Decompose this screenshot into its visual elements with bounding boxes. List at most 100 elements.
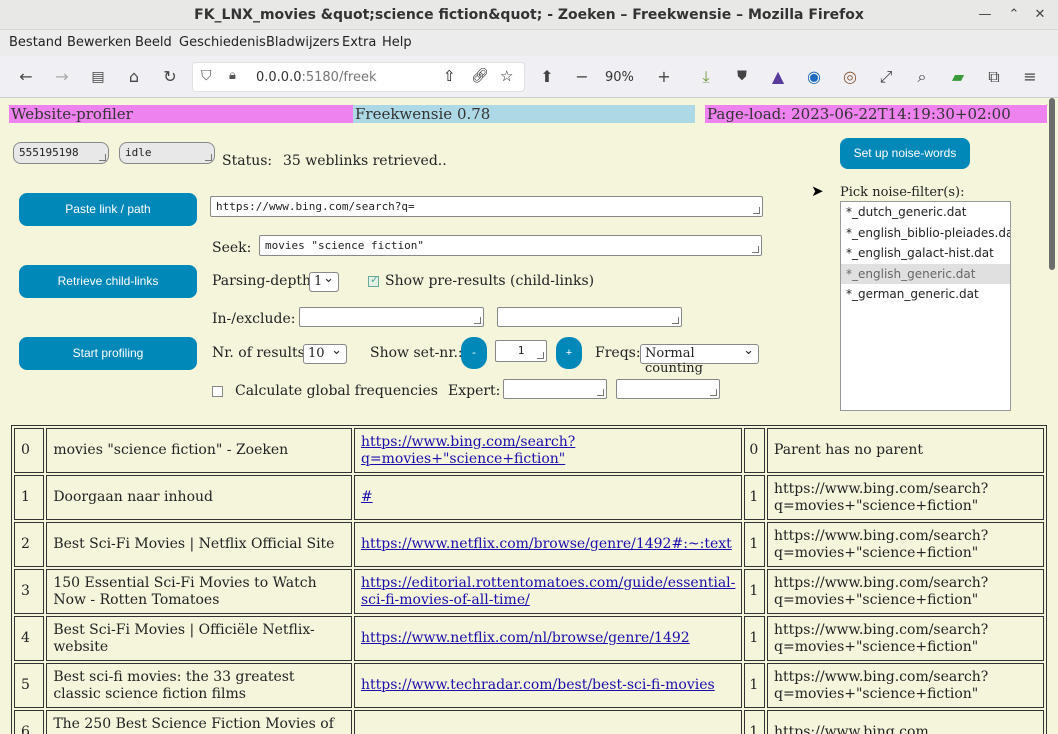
reload-icon[interactable]: ↻ [158,65,182,89]
include-input[interactable] [299,307,484,327]
noise-filter-option[interactable]: *_english_galact-hist.dat [841,243,1010,264]
hamburger-menu-icon[interactable]: ≡ [1018,65,1042,89]
global-frequencies-checkbox[interactable] [212,386,223,397]
table-row: 6 The 250 Best Science Fiction Movies of… [14,710,1044,734]
search-zoom-icon[interactable]: ⌕ [910,65,934,89]
url-bar[interactable]: ⛉ 🔒︎ 0.0.0.0:5180/freek ⇧ 🔗︎ ☆ [192,62,525,92]
sidebar-icon[interactable]: ▤ [86,65,110,89]
extension-purple-icon[interactable]: ▲ [766,65,790,89]
upload-arrow-icon[interactable]: ⬆ [535,65,559,89]
row-link-cell: https://www.netflix.com/browse/genre/149… [353,522,743,567]
row-index: 1 [14,475,45,520]
row-link[interactable]: https://www.techradar.com/best/best-sci-… [361,677,715,693]
exclude-input[interactable] [497,307,682,327]
menu-bestand[interactable]: Bestand [9,35,62,50]
set-nr-plus-button[interactable]: + [556,337,582,369]
row-parent: https://www.bing.com/search?q=movies+"sc… [767,475,1044,520]
table-row: 3 150 Essential Sci-Fi Movies to Watch N… [14,569,1044,614]
retrieve-child-links-button[interactable]: Retrieve child-links [19,265,197,298]
window-titlebar: FK_LNX_movies &quot;science fiction&quot… [0,0,1058,30]
page-scrollbar-thumb[interactable] [1049,98,1055,270]
row-title: Best Sci-Fi Movies | Officiële Netflix-w… [46,616,352,661]
menu-help[interactable]: Help [382,35,412,50]
noise-filter-option[interactable]: *_german_generic.dat [841,284,1010,305]
menu-geschiedenis[interactable]: Geschiedenis [179,35,266,50]
row-level: 0 [744,428,765,473]
row-link[interactable]: https://www.netflix.com/nl/browse/genre/… [361,630,690,646]
set-nr-minus-button[interactable]: - [461,337,487,369]
noise-filter-list[interactable]: *_dutch_generic.dat *_english_biblio-ple… [840,201,1011,411]
navigation-toolbar: ← → ▤ ⌂ ↻ ⛉ 🔒︎ 0.0.0.0:5180/freek ⇧ 🔗︎ ☆… [0,56,1058,98]
menu-bewerken[interactable]: Bewerken [67,35,131,50]
zoom-in-icon[interactable]: + [652,65,676,89]
setup-noise-words-button[interactable]: Set up noise-words [840,138,970,169]
url-input[interactable]: https://www.bing.com/search?q= [210,196,763,217]
mouse-cursor-icon: ➤ [811,182,824,200]
row-index: 2 [14,522,45,567]
extensions-puzzle-icon[interactable]: ⧉ [982,65,1006,89]
minimize-icon[interactable]: — [975,5,995,25]
row-parent: Parent has no parent [767,428,1044,473]
extension-blue-icon[interactable]: ◉ [802,65,826,89]
maximize-icon[interactable]: ⌃ [1004,5,1024,25]
menu-bar: Bestand Bewerken Beeld Geschiedenis Blad… [0,30,1058,56]
close-icon[interactable]: ✕ [1030,5,1050,25]
row-link[interactable]: # [361,489,373,505]
downloads-icon[interactable]: ⤓ [694,65,718,89]
results-table: 0 movies "science fiction" - Zoeken http… [11,425,1047,734]
row-level: 1 [744,522,765,567]
noise-filter-option[interactable]: *_dutch_generic.dat [841,202,1010,223]
status-text: 35 weblinks retrieved.. [283,153,447,169]
nr-results-label: Nr. of results: [212,345,310,361]
row-link-cell: https://www.bing.com/search?q=movies+"sc… [353,428,743,473]
ublock-icon[interactable]: ⛊ [730,65,754,89]
noise-filter-option[interactable]: *_english_generic.dat [841,263,1010,284]
window-title: FK_LNX_movies &quot;science fiction&quot… [194,7,864,23]
tracking-shield-icon[interactable]: ⛉ [201,68,212,84]
expert-input-1[interactable] [503,379,607,399]
nr-results-select[interactable]: 10 [303,343,347,364]
row-parent: https://www.bing.com/search?q=movies+"sc… [767,522,1044,567]
row-link[interactable]: https://editorial.rottentomatoes.com/gui… [361,575,735,608]
set-nr-input[interactable]: 1 [495,340,547,362]
link-icon[interactable]: 🔗︎ [471,68,489,84]
share-icon[interactable]: ⇧ [443,67,456,85]
bookmark-star-icon[interactable]: ☆ [500,67,513,85]
forward-icon[interactable]: → [50,65,74,89]
noise-filter-option[interactable]: *_english_biblio-pleiades.dat [841,223,1010,244]
site-info-icon[interactable]: 🔒︎ [229,68,236,83]
seek-label: Seek: [212,240,252,256]
extension-mask-icon[interactable]: ◎ [838,65,862,89]
fullscreen-icon[interactable]: ⤢ [874,65,898,89]
state-field[interactable]: idle [119,142,215,164]
inexclude-label: In-/exclude: [212,311,296,327]
table-row: 0 movies "science fiction" - Zoeken http… [14,428,1044,473]
back-icon[interactable]: ← [14,65,38,89]
show-pre-results-checkbox[interactable] [368,273,379,287]
start-profiling-button[interactable]: Start profiling [19,337,197,370]
menu-bladwijzers[interactable]: Bladwijzers [266,35,340,50]
expert-input-2[interactable] [616,379,720,399]
freqs-select[interactable]: Normal counting [640,343,759,376]
row-title: movies "science fiction" - Zoeken [46,428,352,473]
row-title: The 250 Best Science Fiction Movies of A… [46,710,352,734]
row-link[interactable]: https://www.bing.com/search?q=movies+"sc… [361,434,575,467]
row-level: 1 [744,616,765,661]
url-text[interactable]: 0.0.0.0:5180/freek [256,70,377,85]
parsing-depth-select[interactable]: 1 [309,271,339,292]
row-level: 1 [744,475,765,520]
paste-link-button[interactable]: Paste link / path [19,193,197,226]
seek-input[interactable]: movies "science fiction" [259,235,762,256]
extension-green-icon[interactable]: ▰ [946,65,970,89]
menu-beeld[interactable]: Beeld [135,35,172,50]
id-field[interactable]: 555195198 [13,142,109,164]
home-icon[interactable]: ⌂ [122,65,146,89]
show-pre-results-label: Show pre-results (child-links) [385,273,595,289]
row-link[interactable]: https://www.netflix.com/browse/genre/149… [361,536,732,552]
zoom-out-icon[interactable]: − [570,65,594,89]
menu-extra[interactable]: Extra [342,35,376,50]
row-index: 4 [14,616,45,661]
parsing-depth-label: Parsing-depth: [212,273,316,289]
show-set-label: Show set-nr.: [370,345,463,361]
zoom-level[interactable]: 90% [605,70,634,85]
